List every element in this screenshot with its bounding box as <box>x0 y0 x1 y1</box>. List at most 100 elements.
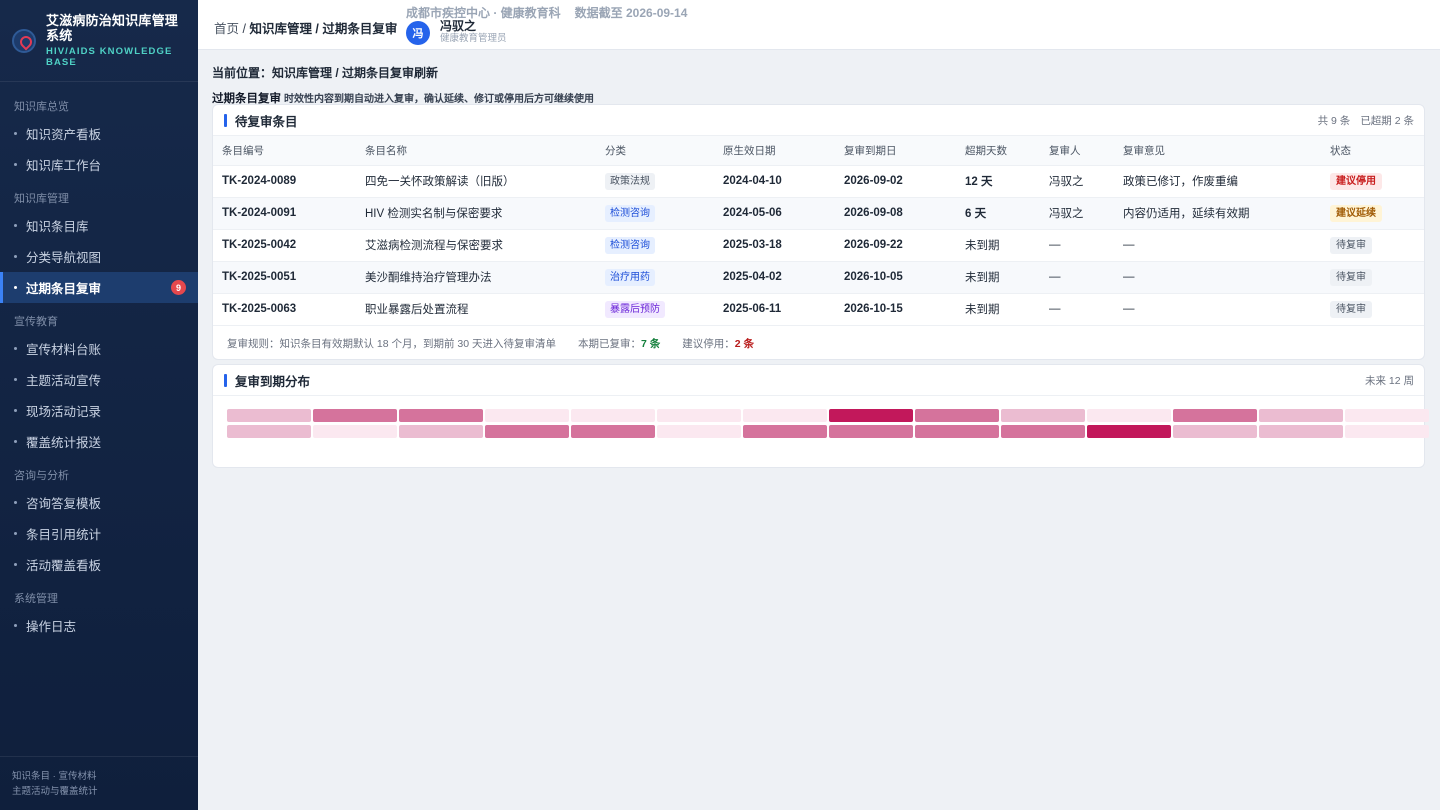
start-date-cell: 2025-06-11 <box>714 293 835 326</box>
due-date-cell: 2026-09-08 <box>835 197 956 230</box>
heatmap-cell[interactable] <box>1087 409 1171 422</box>
bullet-icon <box>14 563 17 566</box>
table-row[interactable]: TK-2025-0051 美沙酮维持治疗管理办法 治疗用药 2025-04-02 202… <box>213 261 1424 294</box>
category-tag: 治疗用药 <box>605 268 655 286</box>
sidebar-item-reply-templates[interactable]: 咨询答复模板 <box>0 487 198 518</box>
user-name: 冯驭之 <box>440 19 477 33</box>
sidebar-item-label: 知识资产看板 <box>26 128 102 142</box>
entry-name-cell: HIV 检测实名制与保密要求 <box>356 197 596 230</box>
sidebar-item-material-ledger[interactable]: 宣传材料台账 <box>0 333 198 364</box>
heatmap-cell[interactable] <box>485 425 569 438</box>
bullet-icon <box>14 624 17 627</box>
heatmap-cell[interactable] <box>399 425 483 438</box>
card-header: 复审到期分布 未来 12 周 <box>213 365 1424 396</box>
heatmap-cell[interactable] <box>1345 425 1429 438</box>
column-header[interactable]: 超期天数 <box>956 136 1040 166</box>
sidebar-item-operation-log[interactable]: 操作日志 <box>0 610 198 641</box>
user-profile[interactable]: 冯 冯驭之 健康教育管理员 <box>406 20 507 45</box>
reviewed-summary: 本期已复审：7 条 <box>578 336 660 351</box>
column-header[interactable]: 复审到期日 <box>835 136 956 166</box>
heatmap-cell[interactable] <box>1345 409 1429 422</box>
nav-group-analysis: 咨询与分析 <box>14 470 69 482</box>
sidebar-item-theme-campaign[interactable]: 主题活动宣传 <box>0 364 198 395</box>
ribbon-logo-icon <box>12 28 36 53</box>
category-cell: 政策法规 <box>596 165 714 198</box>
heatmap-cell[interactable] <box>743 425 827 438</box>
heatmap-cell[interactable] <box>915 409 999 422</box>
sidebar-item-entry-library[interactable]: 知识条目库 <box>0 210 198 241</box>
column-header[interactable]: 复审意见 <box>1114 136 1321 166</box>
category-tag: 检测咨询 <box>605 236 655 254</box>
card-header: 待复审条目 共 9 条已超期 2 条 <box>213 105 1424 136</box>
overdue-days-cell: 6 天 <box>956 197 1040 230</box>
breadcrumb-home-link[interactable]: 首页 <box>214 22 239 36</box>
column-header[interactable]: 原生效日期 <box>714 136 835 166</box>
reviewer-cell: — <box>1040 229 1114 262</box>
column-header[interactable]: 分类 <box>596 136 714 166</box>
heatmap-cell[interactable] <box>1173 425 1257 438</box>
heatmap-cell[interactable] <box>915 425 999 438</box>
sidebar-item-category-view[interactable]: 分类导航视图 <box>0 241 198 272</box>
sidebar-item-label: 覆盖统计报送 <box>26 436 102 450</box>
sidebar-item-expired-review[interactable]: 过期条目复审 9 <box>0 272 198 303</box>
heatmap-cell[interactable] <box>1001 425 1085 438</box>
status-cell: 建议延续 <box>1321 197 1424 230</box>
entry-name-cell: 职业暴露后处置流程 <box>356 293 596 326</box>
heatmap-cell[interactable] <box>1259 409 1343 422</box>
heatmap-cell[interactable] <box>313 409 397 422</box>
heatmap-cell[interactable] <box>571 409 655 422</box>
nav-group-publicity: 宣传教育 <box>14 316 58 328</box>
heatmap-cell[interactable] <box>657 425 741 438</box>
sidebar-item-coverage-board[interactable]: 活动覆盖看板 <box>0 549 198 580</box>
due-date-cell: 2026-09-22 <box>835 229 956 262</box>
table-header-row: 条目编号 条目名称 分类 原生效日期 复审到期日 超期天数 复审人 复审意见 状… <box>213 136 1424 166</box>
table-row[interactable]: TK-2025-0063 职业暴露后处置流程 暴露后预防 2025-06-11 2026… <box>213 293 1424 326</box>
heatmap-cell[interactable] <box>1087 425 1171 438</box>
column-header[interactable]: 条目名称 <box>356 136 596 166</box>
status-badge: 建议停用 <box>1330 172 1382 190</box>
sidebar-item-label: 过期条目复审 <box>26 282 102 296</box>
sidebar-item-label: 现场活动记录 <box>26 405 102 419</box>
entry-name-cell: 美沙酮维持治疗管理办法 <box>356 261 596 294</box>
heatmap-cell[interactable] <box>1259 425 1343 438</box>
table-row[interactable]: TK-2024-0089 四免一关怀政策解读（旧版） 政策法规 2024-04-10 2… <box>213 165 1424 198</box>
category-cell: 检测咨询 <box>596 229 714 262</box>
stop-label: 建议停用： <box>682 337 735 350</box>
heatmap-cell[interactable] <box>829 409 913 422</box>
sidebar-footer: 知识条目 · 宣传材料 主题活动与覆盖统计 <box>0 756 198 810</box>
total-count: 共 9 条 <box>1317 114 1351 127</box>
bullet-icon <box>14 440 17 443</box>
category-cell: 检测咨询 <box>596 197 714 230</box>
heatmap-cell[interactable] <box>227 425 311 438</box>
bullet-icon <box>14 347 17 350</box>
heatmap-cell[interactable] <box>1173 409 1257 422</box>
heatmap-cell[interactable] <box>571 425 655 438</box>
heatmap-cell[interactable] <box>1001 409 1085 422</box>
heatmap-cell[interactable] <box>743 409 827 422</box>
current-location: 当前位置：知识库管理 / 过期条目复审刷新 <box>212 66 439 80</box>
column-header[interactable]: 条目编号 <box>213 136 356 166</box>
column-header[interactable]: 状态 <box>1321 136 1424 166</box>
heatmap-cell[interactable] <box>399 409 483 422</box>
heatmap-cell[interactable] <box>313 425 397 438</box>
table-row[interactable]: TK-2025-0042 艾滋病检测流程与保密要求 检测咨询 2025-03-18 20… <box>213 229 1424 262</box>
reviewed-label: 本期已复审： <box>578 337 642 350</box>
sidebar-item-coverage-report[interactable]: 覆盖统计报送 <box>0 426 198 457</box>
sidebar-item-asset-board[interactable]: 知识资产看板 <box>0 118 198 149</box>
bullet-icon <box>14 378 17 381</box>
heatmap-cell[interactable] <box>829 425 913 438</box>
card-meta: 未来 12 周 <box>1364 374 1414 387</box>
heatmap-cell[interactable] <box>227 409 311 422</box>
top-header: 首页 / 知识库管理 / 过期条目复审 成都市疾控中心 · 健康教育科 数据截至 … <box>198 0 1440 50</box>
heatmap-cell[interactable] <box>485 409 569 422</box>
entry-name-cell: 艾滋病检测流程与保密要求 <box>356 229 596 262</box>
sidebar-item-onsite-records[interactable]: 现场活动记录 <box>0 395 198 426</box>
heatmap-row <box>227 425 1431 439</box>
heatmap-cell[interactable] <box>657 409 741 422</box>
table-row[interactable]: TK-2024-0091 HIV 检测实名制与保密要求 检测咨询 2024-05-06… <box>213 197 1424 230</box>
status-cell: 待复审 <box>1321 261 1424 294</box>
sidebar-item-workbench[interactable]: 知识库工作台 <box>0 149 198 180</box>
sidebar-item-label: 条目引用统计 <box>26 528 102 542</box>
column-header[interactable]: 复审人 <box>1040 136 1114 166</box>
sidebar-item-citation-stats[interactable]: 条目引用统计 <box>0 518 198 549</box>
